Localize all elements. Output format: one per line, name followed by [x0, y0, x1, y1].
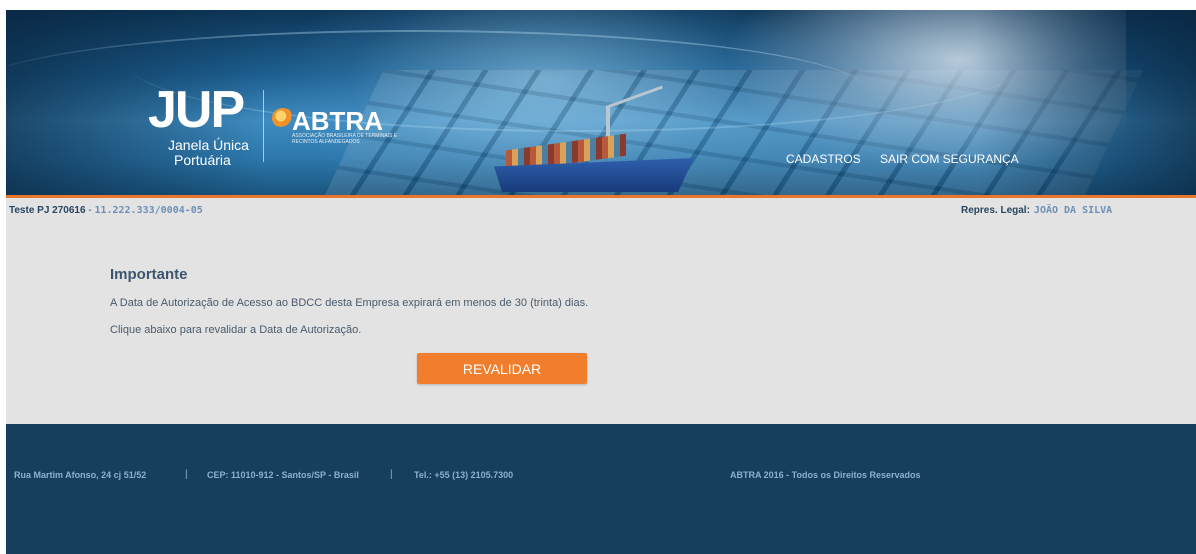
jup-logo[interactable]: JUP Janela Única Portuária — [148, 81, 249, 168]
revalidar-button[interactable]: REVALIDAR — [417, 353, 587, 384]
nav-cadastros[interactable]: CADASTROS — [786, 152, 861, 166]
notice-instruction: Clique abaixo para revalidar a Data de A… — [110, 324, 362, 336]
footer-separator: | — [390, 469, 393, 480]
footer-separator: | — [185, 469, 188, 480]
notice-message: A Data de Autorização de Acesso ao BDCC … — [110, 297, 589, 309]
notice-title: Importante — [110, 266, 188, 283]
legal-representative: Repres. Legal: JOÃO DA SILVA — [961, 205, 1112, 216]
main-content: Teste PJ 270616 - 11.222.333/0004-05 Rep… — [6, 198, 1196, 424]
logo-divider — [263, 90, 264, 162]
footer-cep: CEP: 11010-912 - Santos/SP - Brasil — [207, 470, 359, 480]
footer-address: Rua Martim Afonso, 24 cj 51/52 — [14, 470, 147, 480]
footer-phone: Tel.: +55 (13) 2105.7300 — [414, 470, 514, 480]
footer-copyright: ABTRA 2016 - Todos os Direitos Reservado… — [730, 470, 921, 480]
footer: Rua Martim Afonso, 24 cj 51/52 | CEP: 11… — [6, 424, 1196, 554]
company-cnpj: 11.222.333/0004-05 — [94, 205, 203, 216]
banner-shade-right — [976, 10, 1196, 195]
nav-sair-com-seguranca[interactable]: SAIR COM SEGURANÇA — [880, 152, 1019, 166]
legal-rep-label: Repres. Legal: — [961, 205, 1030, 216]
jup-logo-mark: JUP — [148, 81, 245, 139]
jup-logo-line2: Portuária — [174, 152, 231, 168]
jup-logo-line1: Janela Única — [168, 137, 249, 153]
legal-rep-value: JOÃO DA SILVA — [1033, 205, 1113, 216]
company-info: Teste PJ 270616 - 11.222.333/0004-05 — [9, 205, 203, 216]
abtra-logo-tagline: ASSOCIAÇÃO BRASILEIRA DE TERMINAIS E REC… — [292, 133, 398, 145]
abtra-swirl-icon — [272, 108, 294, 128]
company-name: Teste PJ 270616 — [9, 205, 86, 216]
